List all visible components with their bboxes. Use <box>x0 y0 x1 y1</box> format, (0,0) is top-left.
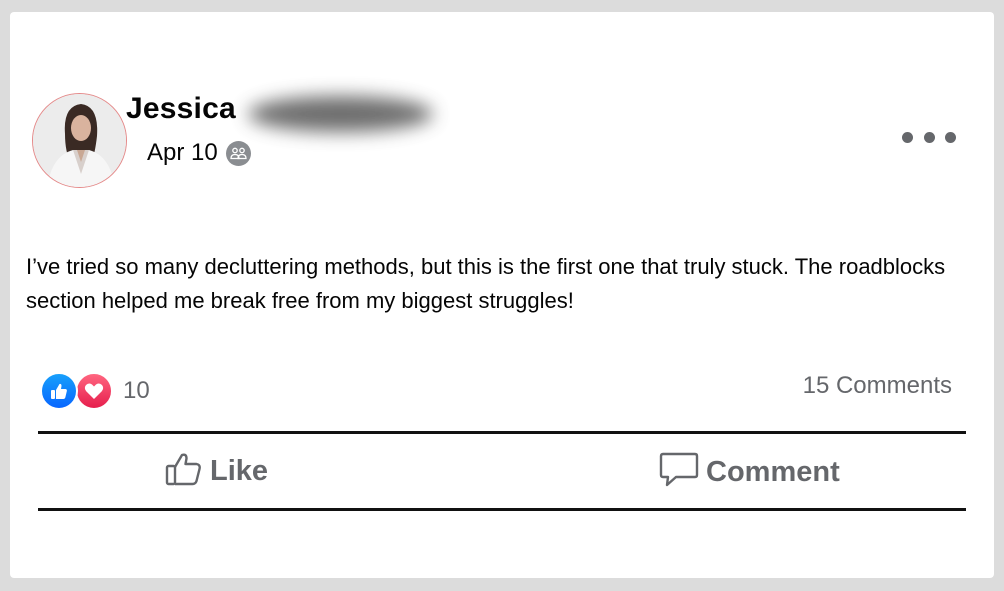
avatar-photo <box>33 94 126 187</box>
post-meta: Apr 10 <box>147 139 251 167</box>
thumbs-up-icon <box>40 372 78 410</box>
like-button[interactable]: Like <box>164 450 268 493</box>
heart-icon <box>75 372 113 410</box>
redacted-surname-blur <box>248 96 433 132</box>
reaction-count: 10 <box>123 377 150 404</box>
thumbs-up-outline-icon <box>164 450 204 493</box>
more-dot <box>902 131 913 143</box>
actions-divider-bottom <box>38 508 966 511</box>
more-dot <box>923 131 935 143</box>
actions-divider-top <box>38 431 966 434</box>
post-card: Jessica Apr 10 I’ve tried so many declut… <box>10 12 994 578</box>
more-options-icon[interactable] <box>902 124 956 150</box>
post-date[interactable]: Apr 10 <box>147 139 218 167</box>
comment-label: Comment <box>706 456 840 488</box>
avatar[interactable] <box>32 93 127 188</box>
reactions-summary[interactable]: 10 <box>40 372 150 410</box>
post-body-text: I’ve tried so many decluttering methods,… <box>26 254 946 313</box>
like-label: Like <box>210 455 269 487</box>
comment-bubble-icon <box>658 450 700 495</box>
more-dot <box>945 131 956 143</box>
author-name[interactable]: Jessica <box>126 92 236 126</box>
comment-button[interactable]: Comment <box>658 450 840 495</box>
comments-count-link[interactable]: 15 Comments <box>803 372 952 400</box>
friends-icon[interactable] <box>225 140 251 166</box>
